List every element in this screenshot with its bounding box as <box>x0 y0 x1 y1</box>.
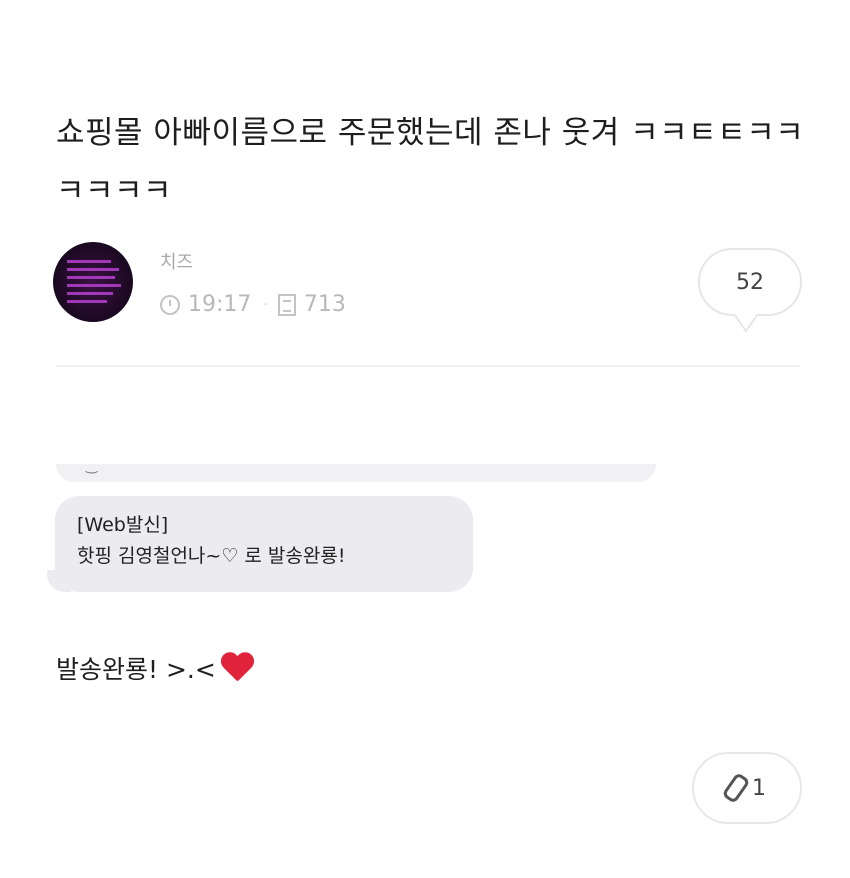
avatar-line <box>67 276 115 279</box>
post-meta: 19:17 · 713 <box>160 292 346 317</box>
sms-bubble-tail <box>47 570 71 592</box>
view-count: 713 <box>303 292 346 317</box>
avatar-line <box>67 284 121 287</box>
previous-message-glyph: ‿ <box>86 458 98 474</box>
header-divider <box>56 365 800 367</box>
post-body-text: 발송완룡! >.< <box>56 655 216 684</box>
post-time: 19:17 <box>188 292 252 317</box>
author-avatar[interactable] <box>53 242 133 322</box>
post-title: 쇼핑몰 아빠이름으로 주문했는데 존나 웃겨 ㅋㅋㅌㅌㅋㅋㅋㅋㅋㅋ <box>56 115 805 209</box>
document-icon <box>277 293 296 316</box>
post-body: 발송완룡! >.< <box>56 650 254 686</box>
sms-message: 핫핑 김영철언나~♡ 로 발송완룡! <box>77 545 346 567</box>
comment-count: 52 <box>736 269 764 295</box>
paperclip-icon <box>721 771 751 805</box>
avatar-line <box>67 300 107 303</box>
meta-separator: · <box>263 296 268 313</box>
previous-message-bubble: ‿ <box>56 458 656 482</box>
comment-count-button[interactable]: 52 <box>698 248 802 333</box>
sms-message-bubble: [Web발신] 핫핑 김영철언나~♡ 로 발송완룡! <box>47 496 473 592</box>
attachment-button[interactable]: 1 <box>692 752 802 824</box>
avatar-line <box>67 268 119 271</box>
avatar-line <box>67 260 111 263</box>
speech-bubble-tail <box>734 299 758 333</box>
clock-icon <box>160 294 180 315</box>
attachment-count: 1 <box>752 775 766 801</box>
sms-header: [Web발신] <box>77 514 169 536</box>
author-name[interactable]: 치즈 <box>160 248 193 274</box>
heart-emoji <box>220 653 254 683</box>
avatar-line <box>67 292 113 295</box>
